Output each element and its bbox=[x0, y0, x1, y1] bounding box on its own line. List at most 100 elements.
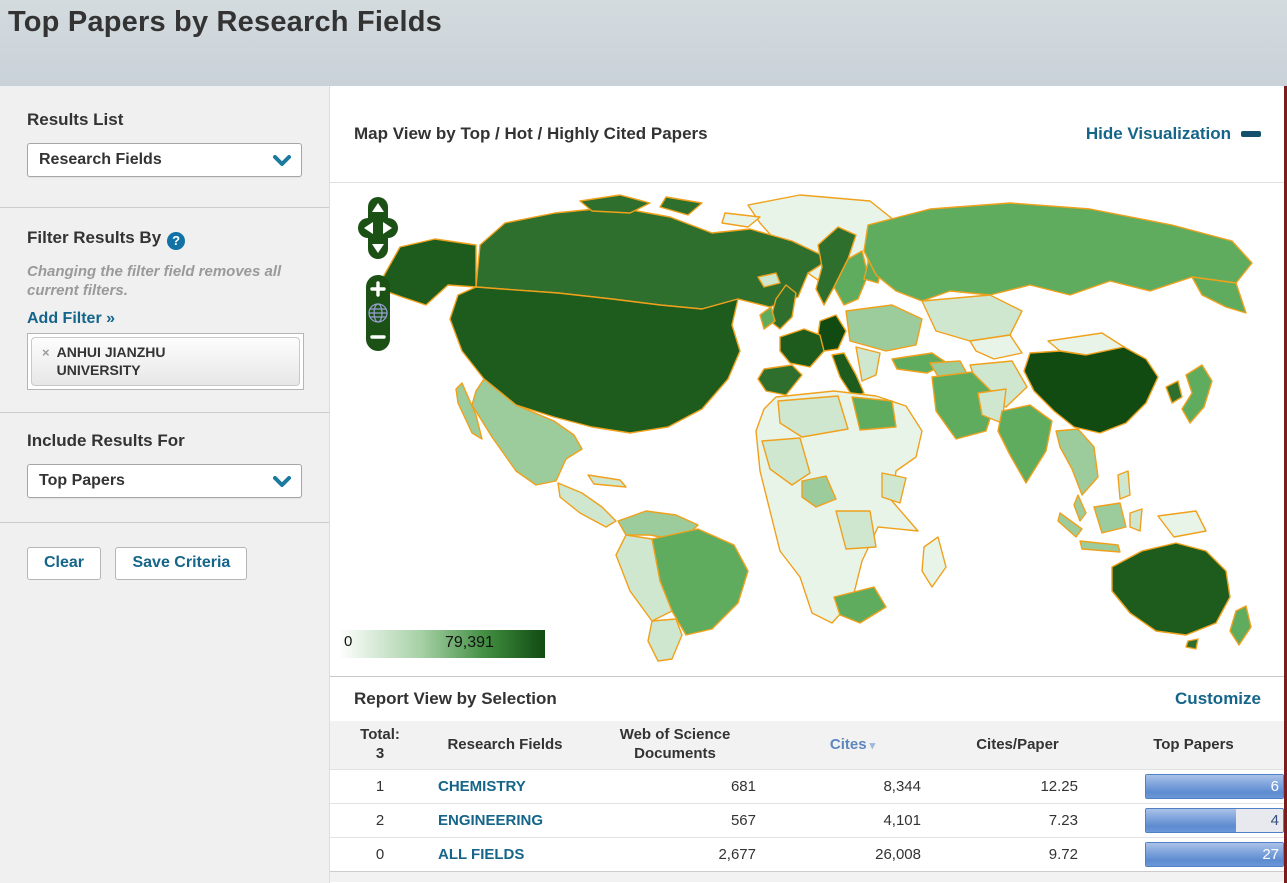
table-row: 1 CHEMISTRY 681 8,344 12.25 6 bbox=[330, 769, 1287, 803]
map-view-title: Map View by Top / Hot / Highly Cited Pap… bbox=[354, 124, 708, 143]
col-header-wos-documents[interactable]: Web of Science Documents bbox=[595, 726, 755, 764]
top-papers-bar: 6 bbox=[1145, 774, 1284, 799]
report-view-title: Report View by Selection bbox=[354, 689, 557, 708]
legend-min-value: 0 bbox=[344, 633, 353, 650]
country-philippines[interactable] bbox=[1117, 470, 1131, 500]
remove-filter-icon[interactable]: × bbox=[42, 345, 50, 379]
top-papers-bar: 4 bbox=[1145, 808, 1284, 833]
rank-cell: 0 bbox=[375, 846, 385, 863]
page-title: Top Papers by Research Fields bbox=[8, 6, 442, 38]
col-header-total: Total: 3 bbox=[360, 726, 400, 762]
map-legend: 0 79,391 bbox=[340, 630, 545, 658]
region-balkans[interactable] bbox=[855, 346, 881, 382]
col-header-cites-per-paper[interactable]: Cites/Paper bbox=[935, 736, 1100, 755]
table-row: 0 ALL FIELDS 2,677 26,008 9.72 27 bbox=[330, 837, 1287, 871]
customize-link[interactable]: Customize bbox=[1175, 689, 1261, 709]
save-criteria-button[interactable]: Save Criteria bbox=[115, 547, 248, 581]
include-results-section: Include Results For Top Papers bbox=[0, 413, 329, 524]
collapse-dash-icon[interactable] bbox=[1241, 131, 1261, 137]
region-arctic-islands[interactable] bbox=[579, 194, 651, 214]
country-russia[interactable] bbox=[863, 202, 1253, 302]
bar-fill bbox=[1146, 775, 1283, 798]
top-papers-cell: 27 bbox=[1100, 842, 1287, 867]
field-link[interactable]: ALL FIELDS bbox=[430, 846, 580, 863]
country-cuba[interactable] bbox=[587, 474, 627, 488]
top-papers-bar: 27 bbox=[1145, 842, 1284, 867]
cites-per-paper-cell: 7.23 bbox=[1048, 812, 1078, 829]
docs-cell: 567 bbox=[730, 812, 756, 829]
region-eastern-europe[interactable] bbox=[845, 304, 923, 352]
table-header-row: Total: 3 Research Fields Web of Science … bbox=[330, 721, 1287, 769]
country-ethiopia[interactable] bbox=[881, 472, 907, 504]
field-link[interactable]: CHEMISTRY bbox=[430, 778, 580, 795]
country-india[interactable] bbox=[997, 404, 1053, 484]
col-header-research-fields[interactable]: Research Fields bbox=[430, 736, 580, 755]
country-new-zealand[interactable] bbox=[1229, 605, 1252, 646]
results-list-label: Results List bbox=[27, 110, 124, 129]
choropleth-map bbox=[379, 194, 1253, 662]
top-papers-value: 27 bbox=[1262, 846, 1279, 863]
table-row: 2 ENGINEERING 567 4,101 7.23 4 bbox=[330, 803, 1287, 837]
top-papers-cell: 6 bbox=[1100, 774, 1287, 799]
cites-per-paper-cell: 9.72 bbox=[1048, 846, 1078, 863]
map-zoom-control[interactable] bbox=[366, 275, 390, 351]
add-filter-link[interactable]: Add Filter » bbox=[27, 310, 115, 328]
filter-chip-label: ANHUI JIANZHU UNIVERSITY bbox=[56, 344, 166, 379]
include-results-label: Include Results For bbox=[27, 431, 185, 451]
filter-section: Filter Results By? Changing the filter f… bbox=[0, 208, 329, 414]
table-footer-strip bbox=[330, 871, 1287, 882]
country-sulawesi[interactable] bbox=[1129, 508, 1143, 532]
total-count: 3 bbox=[375, 745, 385, 762]
region-malay-peninsula[interactable] bbox=[1073, 494, 1087, 522]
country-new-guinea[interactable] bbox=[1157, 510, 1207, 538]
cites-per-paper-cell: 12.25 bbox=[1040, 778, 1078, 795]
world-map: 0 79,391 bbox=[330, 183, 1287, 676]
country-spain[interactable] bbox=[757, 364, 803, 396]
results-list-selected-value: Research Fields bbox=[39, 151, 162, 168]
clear-button[interactable]: Clear bbox=[27, 547, 102, 581]
rank-cell: 1 bbox=[375, 778, 385, 795]
help-icon[interactable]: ? bbox=[167, 232, 186, 250]
top-papers-cell: 4 bbox=[1100, 808, 1287, 833]
chevron-down-icon bbox=[273, 154, 291, 166]
filter-chip[interactable]: × ANHUI JIANZHU UNIVERSITY bbox=[31, 337, 300, 387]
top-papers-value: 6 bbox=[1270, 778, 1279, 795]
country-kazakhstan[interactable] bbox=[921, 294, 1023, 342]
country-japan[interactable] bbox=[1181, 364, 1213, 424]
page-header: Top Papers by Research Fields bbox=[0, 0, 1287, 86]
country-java[interactable] bbox=[1079, 540, 1121, 553]
cites-cell: 26,008 bbox=[875, 846, 921, 863]
cites-cell: 4,101 bbox=[883, 812, 921, 829]
region-central-america[interactable] bbox=[557, 482, 617, 528]
country-france[interactable] bbox=[779, 328, 825, 368]
country-madagascar[interactable] bbox=[921, 536, 947, 588]
region-se-asia[interactable] bbox=[1055, 428, 1099, 496]
region-kamchatka[interactable] bbox=[1191, 276, 1247, 314]
country-egypt[interactable] bbox=[851, 396, 897, 431]
map-pan-control[interactable] bbox=[358, 197, 398, 259]
docs-cell: 681 bbox=[730, 778, 756, 795]
col-header-top-papers[interactable]: Top Papers bbox=[1100, 736, 1287, 755]
legend-max-value: 79,391 bbox=[445, 634, 494, 651]
bar-fill bbox=[1146, 809, 1237, 832]
chevron-down-icon bbox=[273, 475, 291, 487]
results-list-select[interactable]: Research Fields bbox=[27, 143, 302, 177]
country-south-korea[interactable] bbox=[1165, 380, 1183, 404]
field-link[interactable]: ENGINEERING bbox=[430, 812, 580, 829]
report-view-header: Report View by Selection Customize bbox=[330, 676, 1287, 721]
hide-visualization-link[interactable]: Hide Visualization bbox=[1086, 124, 1231, 143]
col-header-cites[interactable]: Cites ▾ bbox=[770, 736, 935, 755]
top-papers-value: 4 bbox=[1270, 812, 1279, 829]
filter-chip-container: × ANHUI JIANZHU UNIVERSITY bbox=[27, 333, 304, 391]
main-panel: Map View by Top / Hot / Highly Cited Pap… bbox=[330, 86, 1287, 883]
country-argentina[interactable] bbox=[647, 618, 683, 662]
filter-note: Changing the filter field removes all cu… bbox=[27, 263, 282, 300]
include-results-select[interactable]: Top Papers bbox=[27, 464, 302, 499]
cites-cell: 8,344 bbox=[883, 778, 921, 795]
sort-desc-icon: ▾ bbox=[869, 739, 876, 752]
country-tasmania[interactable] bbox=[1185, 638, 1199, 650]
region-arctic-islands[interactable] bbox=[659, 196, 703, 216]
country-australia[interactable] bbox=[1111, 542, 1231, 636]
country-borneo[interactable] bbox=[1093, 502, 1127, 534]
rank-cell: 2 bbox=[375, 812, 385, 829]
